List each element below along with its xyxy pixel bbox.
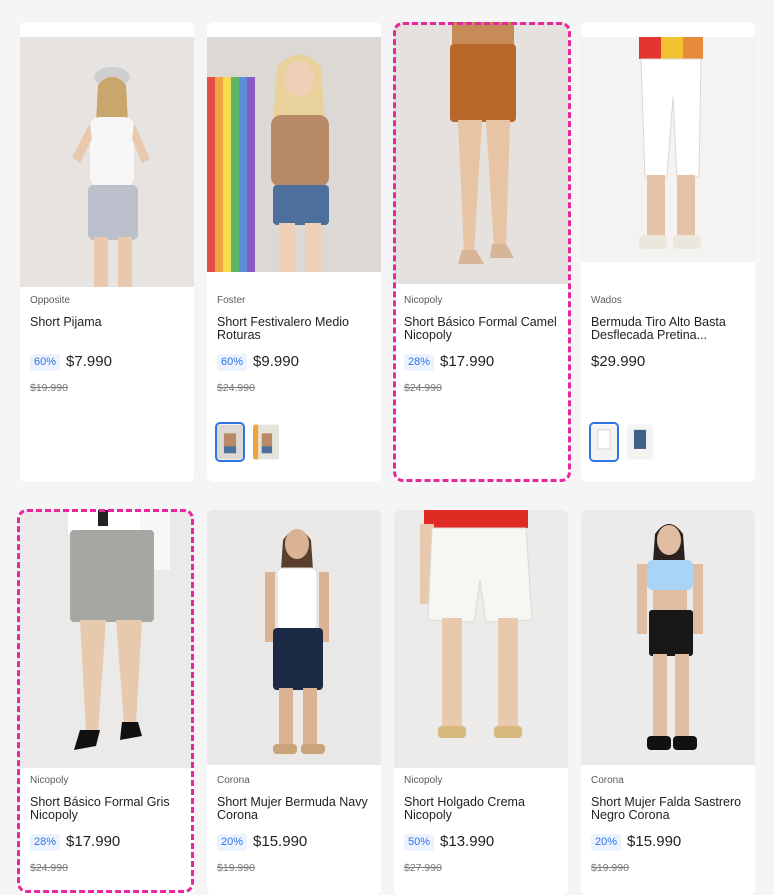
product-image[interactable] [394,510,568,768]
product-image[interactable] [581,37,755,262]
product-name[interactable]: Short Holgado Crema Nicopoly [404,796,558,823]
product-name[interactable]: Short Mujer Falda Sastrero Negro Corona [591,796,745,823]
product-price: $15.990 [627,833,682,850]
product-image[interactable] [207,510,381,765]
product-image[interactable] [581,510,755,765]
product-name[interactable]: Short Básico Formal Gris Nicopoly [30,796,184,823]
original-price: $19.990 [217,862,255,874]
product-name[interactable]: Short Pijama [30,316,184,343]
price-row: 60% $7.990 [30,351,184,373]
product-name[interactable]: Bermuda Tiro Alto Basta Desflecada Preti… [591,316,745,343]
product-card[interactable]: Foster Short Festivalero Medio Roturas 6… [207,22,381,482]
product-brand: Wados [591,295,622,306]
product-price: $15.990 [253,833,308,850]
product-name[interactable]: Short Festivalero Medio Roturas [217,316,371,343]
product-brand: Corona [591,775,624,786]
product-brand: Opposite [30,295,71,306]
original-price: $19.990 [30,382,68,394]
product-card[interactable]: Nicopoly Short Básico Formal Camel Nicop… [394,22,568,482]
price-row: 20% $15.990 [591,831,745,853]
discount-badge: 28% [404,353,435,371]
swatch-thumbnail[interactable] [625,422,655,462]
product-brand: Nicopoly [30,775,69,786]
price-row: 28% $17.990 [404,351,558,373]
product-brand: Nicopoly [404,295,443,306]
swatch-thumbnail[interactable] [215,422,245,462]
discount-badge: 20% [591,833,622,851]
product-image[interactable] [20,510,194,768]
product-price: $13.990 [440,833,495,850]
color-swatches [589,422,655,462]
discount-badge: 60% [30,353,61,371]
discount-badge: 20% [217,833,248,851]
discount-badge: 28% [30,833,61,851]
product-name[interactable]: Short Mujer Bermuda Navy Corona [217,796,371,823]
original-price: $24.990 [30,862,68,874]
price-row: $29.990 [591,351,745,373]
product-card[interactable]: Nicopoly Short Holgado Crema Nicopoly 50… [394,510,568,895]
product-card[interactable]: Nicopoly Short Básico Formal Gris Nicopo… [20,510,194,895]
price-row: 60% $9.990 [217,351,371,373]
original-price: $24.990 [404,382,442,394]
discount-badge: 50% [404,833,435,851]
product-image[interactable] [207,37,381,272]
product-image[interactable] [20,37,194,287]
product-price: $17.990 [440,353,495,370]
discount-badge: 60% [217,353,248,371]
swatch-thumbnail[interactable] [589,422,619,462]
product-price: $7.990 [66,353,112,370]
swatch-thumbnail[interactable] [251,422,281,462]
original-price: $27.990 [404,862,442,874]
product-card[interactable]: Corona Short Mujer Falda Sastrero Negro … [581,510,755,895]
product-card[interactable]: Wados Bermuda Tiro Alto Basta Desflecada… [581,22,755,482]
product-brand: Corona [217,775,250,786]
product-price: $9.990 [253,353,299,370]
product-image[interactable] [394,22,568,284]
price-row: 28% $17.990 [30,831,184,853]
product-grid: Opposite Short Pijama 60% $7.990 $19.990 [0,0,774,895]
color-swatches [215,422,281,462]
price-row: 20% $15.990 [217,831,371,853]
original-price: $19.990 [591,862,629,874]
product-brand: Nicopoly [404,775,443,786]
product-card[interactable]: Opposite Short Pijama 60% $7.990 $19.990 [20,22,194,482]
product-price: $29.990 [591,353,646,370]
product-price: $17.990 [66,833,121,850]
product-card[interactable]: Corona Short Mujer Bermuda Navy Corona 2… [207,510,381,895]
original-price: $24.990 [217,382,255,394]
product-name[interactable]: Short Básico Formal Camel Nicopoly [404,316,558,343]
price-row: 50% $13.990 [404,831,558,853]
product-brand: Foster [217,295,246,306]
